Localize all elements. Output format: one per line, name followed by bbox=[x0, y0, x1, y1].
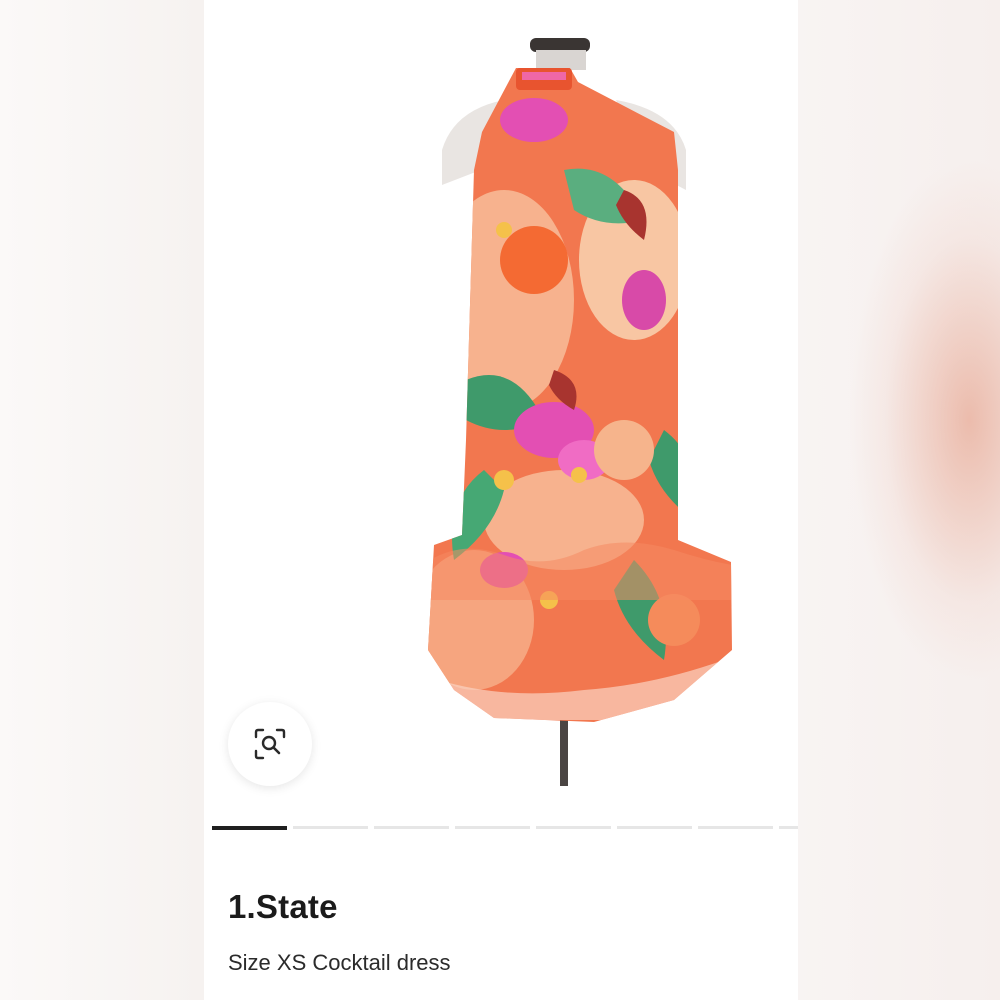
pager-dot-7[interactable] bbox=[698, 826, 774, 829]
pager-dot-4[interactable] bbox=[455, 826, 531, 829]
pager-dot-5[interactable] bbox=[536, 826, 612, 829]
zoom-button[interactable] bbox=[228, 702, 312, 786]
pager-dot-2[interactable] bbox=[293, 826, 369, 829]
background-right bbox=[795, 0, 1000, 1000]
pager-dot-1[interactable] bbox=[212, 826, 288, 830]
pager-dot-3[interactable] bbox=[374, 826, 450, 829]
item-description: Size XS Cocktail dress bbox=[228, 950, 451, 975]
product-card: 1.State Size XS Cocktail dress bbox=[204, 0, 798, 1000]
pager-dot-6[interactable] bbox=[617, 826, 693, 829]
background-left bbox=[0, 0, 205, 1000]
zoom-search-icon bbox=[254, 728, 286, 760]
pager-dot-8[interactable] bbox=[779, 826, 798, 829]
image-pager bbox=[212, 826, 798, 830]
dress-illustration bbox=[428, 38, 732, 786]
brand-name[interactable]: 1.State bbox=[228, 888, 338, 926]
product-image[interactable] bbox=[204, 0, 798, 818]
